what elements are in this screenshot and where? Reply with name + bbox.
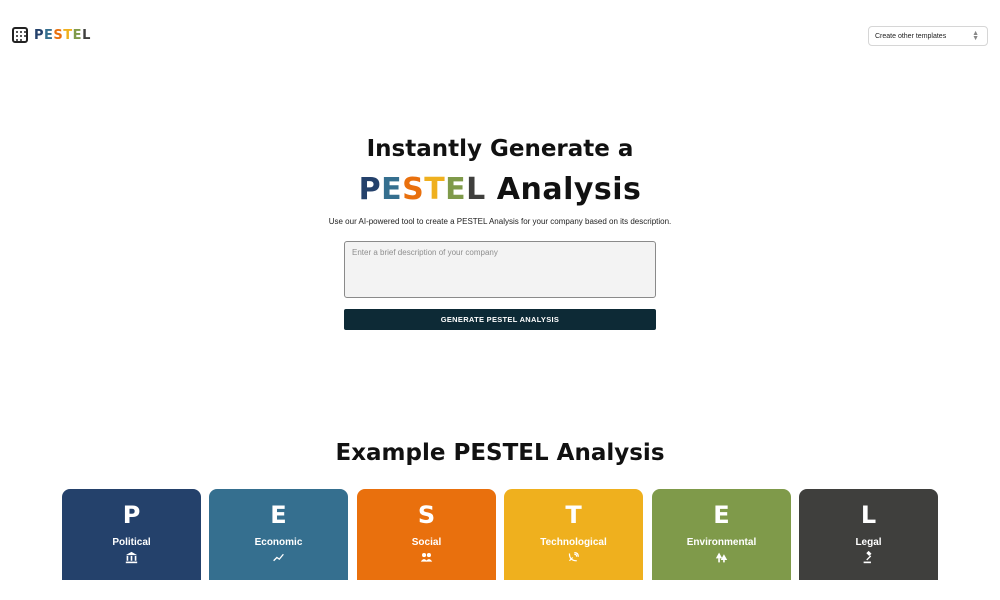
pestel-letter: P xyxy=(358,172,382,207)
hero-heading-line2: PESTEL Analysis xyxy=(0,172,1000,207)
header: PESTEL Create other templates ▲ ▼ xyxy=(0,0,1000,72)
hero-pestel-word: PESTEL xyxy=(359,172,486,207)
hero-subtitle: Use our AI-powered tool to create a PEST… xyxy=(328,217,672,226)
example-section-title: Example PESTEL Analysis xyxy=(335,440,665,466)
trending-line-icon xyxy=(209,551,348,564)
logo-text: PESTEL xyxy=(34,28,91,43)
card-name: Economic xyxy=(254,537,303,548)
create-other-templates-select[interactable]: Create other templates ▲ ▼ xyxy=(868,26,988,46)
satellite-dish-icon xyxy=(504,551,643,564)
card-economic: E Economic xyxy=(209,489,348,580)
people-icon xyxy=(357,551,496,564)
generate-pestel-analysis-button[interactable]: GENERATE PESTEL ANALYSIS xyxy=(344,309,656,330)
card-letter: P xyxy=(122,501,141,529)
forest-icon xyxy=(652,551,791,564)
card-name: Social xyxy=(411,537,442,548)
pestel-letter: L xyxy=(466,172,486,207)
card-legal: L Legal xyxy=(799,489,938,580)
pestel-letter: P xyxy=(34,27,45,43)
card-letter: L xyxy=(860,501,877,529)
example-cards: P Political E Economic S Social T Techno… xyxy=(62,489,938,580)
grid-icon xyxy=(12,27,28,43)
card-letter: E xyxy=(713,501,730,529)
card-name: Technological xyxy=(540,537,607,548)
hero-heading-line1: Instantly Generate a xyxy=(366,136,634,162)
gavel-icon xyxy=(799,551,938,564)
pestel-letter: T xyxy=(424,172,446,207)
company-description-input[interactable] xyxy=(344,241,656,298)
logo[interactable]: PESTEL xyxy=(12,27,91,43)
card-letter: E xyxy=(270,501,287,529)
card-letter: S xyxy=(417,501,436,529)
pestel-letter: L xyxy=(82,27,91,43)
card-social: S Social xyxy=(357,489,496,580)
chevron-updown-icon: ▲ ▼ xyxy=(972,30,979,42)
pestel-letter: S xyxy=(402,172,425,207)
template-select-value: Create other templates xyxy=(875,32,947,40)
card-name: Political xyxy=(112,537,151,548)
government-building-icon xyxy=(62,551,201,564)
hero-analysis-word: Analysis xyxy=(496,172,642,207)
pestel-letter: E xyxy=(381,172,403,207)
card-technological: T Technological xyxy=(504,489,643,580)
card-name: Environmental xyxy=(686,537,757,548)
card-environmental: E Environmental xyxy=(652,489,791,580)
pestel-letter: T xyxy=(63,27,73,43)
pestel-letter: E xyxy=(44,27,54,43)
pestel-letter: S xyxy=(53,27,64,43)
card-political: P Political xyxy=(62,489,201,580)
pestel-letter: E xyxy=(72,27,83,43)
card-letter: T xyxy=(565,501,582,529)
card-name: Legal xyxy=(855,537,882,548)
pestel-letter: E xyxy=(445,172,467,207)
